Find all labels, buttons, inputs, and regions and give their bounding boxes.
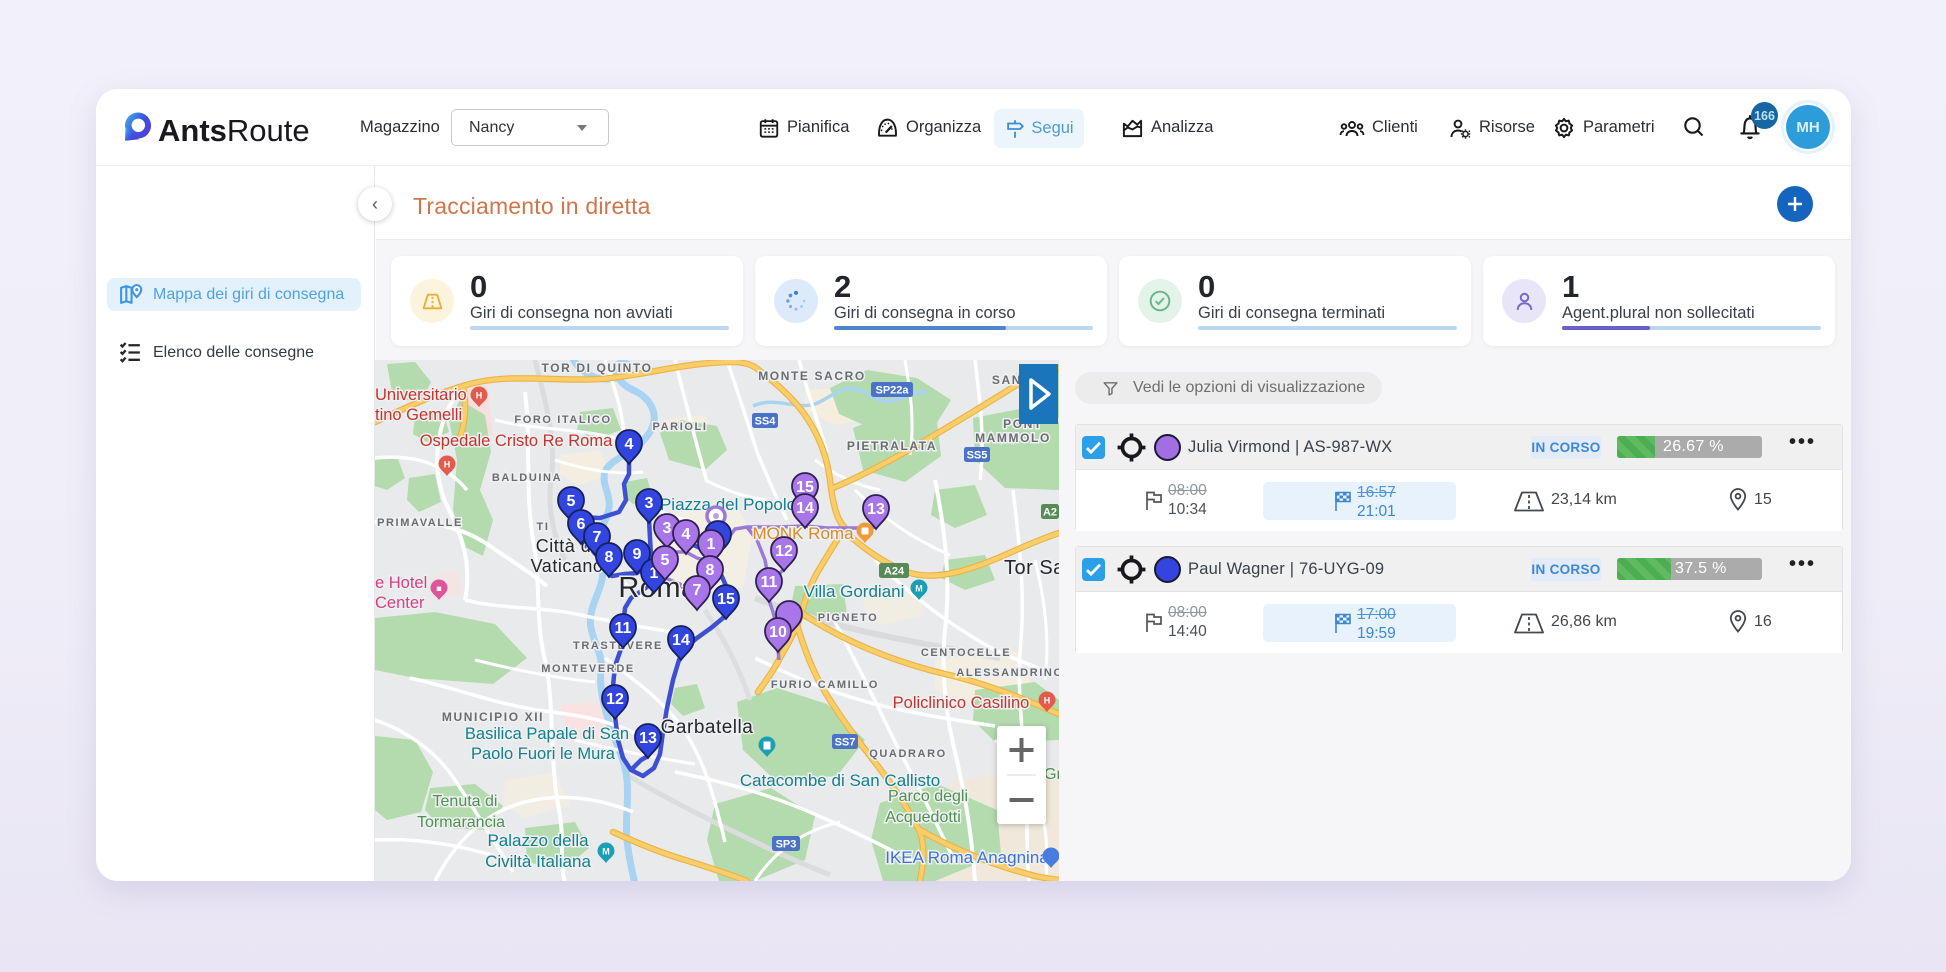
svg-text:H: H xyxy=(476,391,483,401)
svg-text:Tenuta di: Tenuta di xyxy=(433,793,498,810)
svg-text:Basilica Papale di San: Basilica Papale di San xyxy=(465,725,629,743)
svg-text:H: H xyxy=(1044,696,1051,706)
svg-text:SS7: SS7 xyxy=(835,737,856,749)
svg-text:4: 4 xyxy=(625,436,634,453)
svg-text:14: 14 xyxy=(672,632,690,649)
svg-text:Tormarancia: Tormarancia xyxy=(417,814,505,831)
svg-text:12: 12 xyxy=(775,543,793,560)
svg-text:6: 6 xyxy=(577,516,586,533)
svg-text:Palazzo della: Palazzo della xyxy=(487,831,589,850)
svg-text:13: 13 xyxy=(867,501,885,518)
svg-text:PIETRALATA: PIETRALATA xyxy=(847,439,937,453)
svg-text:PIGNETO: PIGNETO xyxy=(818,612,879,624)
svg-text:15: 15 xyxy=(717,591,735,608)
svg-text:12: 12 xyxy=(606,691,624,708)
svg-text:5: 5 xyxy=(567,493,576,510)
svg-text:Piazza del Popolo: Piazza del Popolo xyxy=(660,495,796,514)
svg-text:4: 4 xyxy=(682,526,691,543)
svg-text:8: 8 xyxy=(605,549,614,566)
svg-text:3: 3 xyxy=(663,520,672,537)
svg-text:3: 3 xyxy=(645,495,654,512)
svg-text:SP22a: SP22a xyxy=(875,385,909,397)
svg-text:5: 5 xyxy=(661,552,670,569)
svg-text:CENTOCELLE: CENTOCELLE xyxy=(921,647,1011,659)
svg-text:Villa Gordiani: Villa Gordiani xyxy=(804,582,905,601)
svg-text:M: M xyxy=(915,584,923,594)
svg-text:Parco degli: Parco degli xyxy=(888,788,968,805)
svg-text:Civiltà Italiana: Civiltà Italiana xyxy=(485,852,591,871)
svg-text:Gr: Gr xyxy=(1044,766,1059,783)
svg-text:MUNICIPIO XII: MUNICIPIO XII xyxy=(442,710,544,724)
svg-text:13: 13 xyxy=(639,730,657,747)
svg-text:1: 1 xyxy=(707,536,716,553)
svg-text:e Hotel: e Hotel xyxy=(375,574,427,592)
svg-text:QUADRARO: QUADRARO xyxy=(869,748,947,760)
svg-text:BALDUINA: BALDUINA xyxy=(492,472,562,484)
svg-text:FORO ITALICO: FORO ITALICO xyxy=(514,414,611,426)
svg-text:IKEA Roma Anagnina: IKEA Roma Anagnina xyxy=(885,848,1049,867)
svg-text:8: 8 xyxy=(706,562,715,579)
svg-text:A24: A24 xyxy=(884,566,905,578)
svg-text:SS5: SS5 xyxy=(967,450,988,462)
svg-text:9: 9 xyxy=(633,546,642,563)
svg-text:H: H xyxy=(444,460,451,470)
svg-text:7: 7 xyxy=(593,529,602,546)
svg-text:■: ■ xyxy=(436,584,441,594)
svg-text:A2: A2 xyxy=(1043,507,1057,519)
svg-text:TI: TI xyxy=(537,521,550,533)
svg-text:tino Gemelli: tino Gemelli xyxy=(375,406,462,424)
svg-text:SS4: SS4 xyxy=(755,416,777,428)
svg-text:MAMMOLO: MAMMOLO xyxy=(975,431,1051,445)
svg-text:MONTE SACRO: MONTE SACRO xyxy=(758,369,866,383)
svg-text:Policlinico Casilino: Policlinico Casilino xyxy=(893,694,1030,712)
svg-text:PARIOLI: PARIOLI xyxy=(653,421,708,433)
svg-text:10: 10 xyxy=(769,624,787,641)
svg-text:MONTEVERDE: MONTEVERDE xyxy=(541,663,635,675)
svg-text:Ospedale Cristo Re Roma: Ospedale Cristo Re Roma xyxy=(420,432,613,450)
svg-text:Garbatella: Garbatella xyxy=(661,717,754,738)
svg-text:Universitario: Universitario xyxy=(375,386,467,404)
svg-text:Center: Center xyxy=(375,594,425,612)
svg-text:SP3: SP3 xyxy=(776,839,797,851)
svg-text:14: 14 xyxy=(796,500,814,517)
svg-text:Tor Sap: Tor Sap xyxy=(1004,557,1059,579)
svg-text:M: M xyxy=(602,847,610,857)
svg-text:7: 7 xyxy=(693,582,702,599)
svg-text:SAN: SAN xyxy=(992,373,1022,387)
svg-text:11: 11 xyxy=(615,620,632,637)
svg-text:FURIO CAMILLO: FURIO CAMILLO xyxy=(771,679,879,691)
svg-text:PRIMAVALLE: PRIMAVALLE xyxy=(377,517,463,529)
svg-text:Vaticano: Vaticano xyxy=(531,556,604,576)
svg-text:11: 11 xyxy=(761,574,778,591)
svg-text:Acquedotti: Acquedotti xyxy=(885,809,961,826)
svg-text:ALESSANDRINO: ALESSANDRINO xyxy=(956,667,1059,679)
svg-text:Paolo Fuori le Mura: Paolo Fuori le Mura xyxy=(471,745,616,763)
svg-text:TOR DI QUINTO: TOR DI QUINTO xyxy=(541,361,652,375)
